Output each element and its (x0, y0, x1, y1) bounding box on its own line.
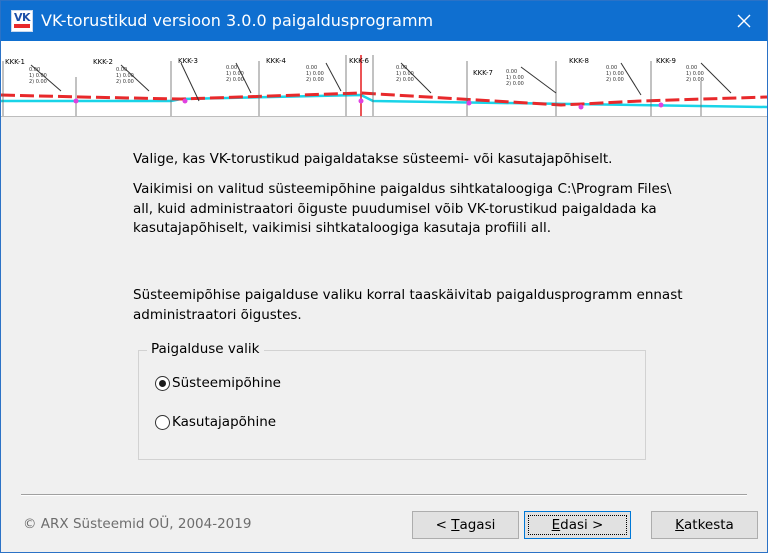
banner-station-label: KKK-4 (266, 57, 287, 65)
cancel-button-hotkey: K (675, 517, 685, 533)
header-banner: 0.00 1) 0.00 2) 0.00 0.00 1) 0.00 2) 0.00 0.… (1, 41, 767, 117)
user-install-radio[interactable] (155, 414, 170, 430)
banner-station-label: KKK-8 (569, 57, 589, 65)
svg-text:2) 0.00: 2) 0.00 (686, 77, 704, 83)
back-button-prefix: < (435, 517, 452, 533)
app-icon: VK (11, 10, 33, 32)
system-install-label: Süsteemipõhine (172, 375, 281, 391)
banner-station-label: KKK-9 (656, 57, 676, 65)
install-choice-group: Paigalduse valik Süsteemipõhine Kasutaja… (138, 341, 646, 460)
app-icon-text: VK (14, 11, 31, 24)
main-content: Valige, kas VK-torustikud paigaldatakse … (1, 118, 767, 552)
banner-station-label: KKK-1 (5, 58, 25, 66)
svg-text:2) 0.00: 2) 0.00 (226, 77, 244, 83)
banner-station-label: KKK-2 (93, 58, 113, 66)
user-install-option[interactable]: Kasutajapõhine (155, 414, 276, 430)
svg-text:2) 0.00: 2) 0.00 (306, 77, 324, 83)
svg-text:2) 0.00: 2) 0.00 (116, 79, 134, 85)
svg-text:2) 0.00: 2) 0.00 (606, 77, 624, 83)
user-install-label: Kasutajapõhine (172, 414, 277, 430)
app-icon-bar (14, 24, 30, 28)
installer-window: VK VK-torustikud versioon 3.0.0 paigaldu… (0, 0, 768, 553)
pipe-profile-graphic: 0.001) 0.002) 0.00 0.001) 0.002) 0.00 0.… (1, 55, 767, 116)
default-path-text: Vaikimisi on valitud süsteemipõhine paig… (133, 181, 672, 236)
close-icon (737, 14, 751, 28)
back-button[interactable]: < Tagasi (412, 511, 519, 539)
close-button[interactable] (721, 1, 767, 41)
banner-station-label: KKK-6 (349, 57, 370, 65)
intro-text: Valige, kas VK-torustikud paigaldatakse … (133, 151, 613, 167)
next-button[interactable]: Edasi > (524, 511, 631, 539)
window-title: VK-torustikud versioon 3.0.0 paigalduspr… (41, 11, 434, 30)
cancel-button[interactable]: Katkesta (651, 511, 758, 539)
svg-text:2) 0.00: 2) 0.00 (506, 81, 524, 87)
system-install-radio[interactable] (155, 375, 170, 391)
svg-text:2) 0.00: 2) 0.00 (396, 77, 414, 83)
banner-station-label: KKK-3 (178, 57, 198, 65)
restart-note-text: Süsteemipõhise paigalduse valiku korral … (133, 287, 683, 323)
system-install-option[interactable]: Süsteemipõhine (155, 375, 281, 391)
back-button-label: agasi (459, 517, 496, 533)
install-choice-label: Paigalduse valik (147, 341, 264, 357)
focus-rectangle (528, 515, 627, 535)
footer-divider (21, 494, 747, 496)
copyright-text: © ARX Süsteemid OÜ, 2004-2019 (23, 516, 252, 532)
banner-station-label: KKK-7 (473, 69, 493, 77)
cancel-button-label: atkesta (684, 517, 734, 533)
title-bar[interactable]: VK VK-torustikud versioon 3.0.0 paigaldu… (1, 1, 767, 41)
back-button-hotkey: T (451, 517, 460, 533)
svg-text:2) 0.00: 2) 0.00 (29, 79, 47, 85)
